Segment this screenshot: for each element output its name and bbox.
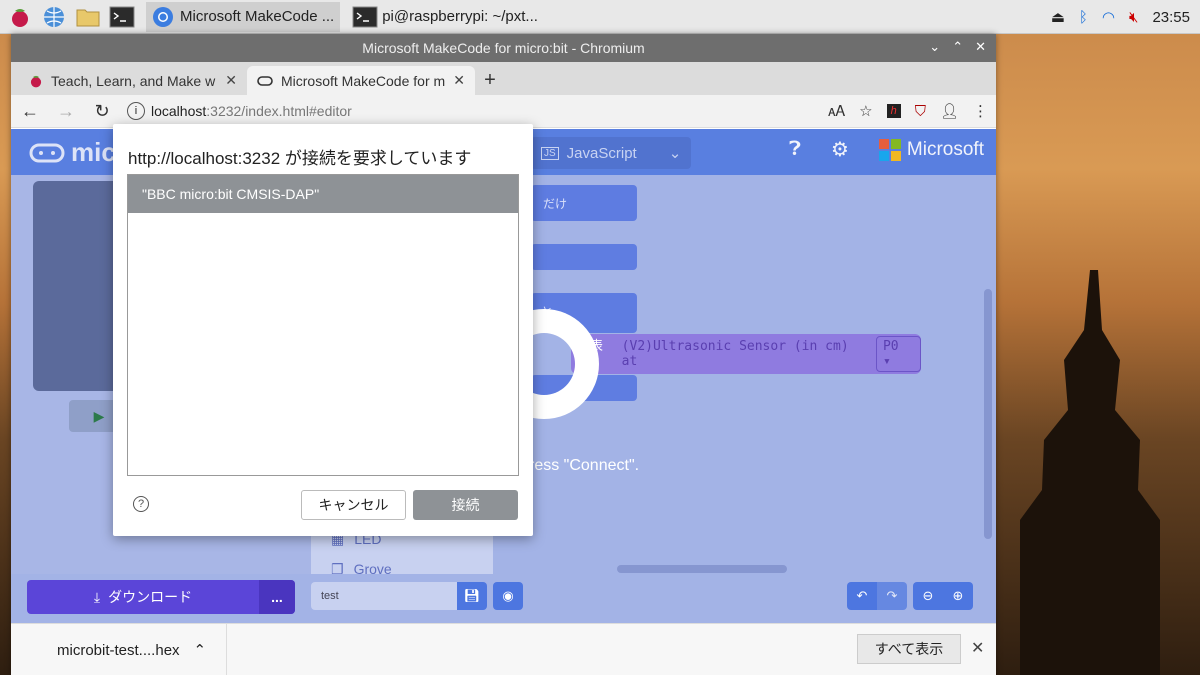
address-bar[interactable]: i localhost:3232/index.html#editor (127, 98, 814, 124)
close-icon[interactable]: ✕ (975, 39, 986, 55)
download-button[interactable]: ⤓ ダウンロード ... (27, 580, 295, 614)
download-icon: ⤓ (93, 588, 101, 605)
url-host: localhost (151, 103, 207, 119)
forward-icon[interactable]: → (55, 100, 77, 122)
tab-close-icon[interactable]: ✕ (453, 72, 465, 89)
microbit-logo-icon (29, 143, 65, 162)
bookmark-star-icon[interactable]: ☆ (859, 102, 872, 120)
microsoft-label: Microsoft (906, 138, 984, 160)
terminal-icon (352, 6, 378, 27)
maximize-icon[interactable]: ⌃ (952, 39, 963, 55)
taskbar: Microsoft MakeCode ... pi@raspberrypi: ~… (0, 0, 1200, 34)
tab-teach-learn[interactable]: Teach, Learn, and Make w ✕ (19, 66, 247, 95)
profile-icon[interactable]: 👤︎ (940, 102, 959, 120)
taskbar-task-terminal[interactable]: pi@raspberrypi: ~/pxt... (346, 2, 544, 32)
chevron-down-icon[interactable]: ⌄ (669, 144, 682, 162)
tab-strip: Teach, Learn, and Make w ✕ Microsoft Mak… (11, 62, 996, 95)
save-icon[interactable]: 💾︎ (457, 582, 487, 610)
download-shelf: microbit-test....hex ⌃ すべて表示 ✕ (11, 623, 996, 675)
tab-label: Microsoft MakeCode for m (281, 72, 446, 89)
chevron-up-icon[interactable]: ⌃ (194, 641, 207, 659)
connect-hint: ress "Connect". (529, 457, 640, 474)
reload-icon[interactable]: ↻ (91, 100, 113, 122)
device-item[interactable]: "BBC micro:bit CMSIS-DAP" (128, 175, 518, 213)
window-title: Microsoft MakeCode for micro:bit - Chrom… (362, 40, 645, 56)
tab-label: Teach, Learn, and Make w (51, 72, 216, 89)
show-all-button[interactable]: すべて表示 (857, 634, 961, 664)
dialog-title: http://localhost:3232 が接続を要求しています (128, 149, 472, 168)
file-manager-icon[interactable] (74, 3, 102, 31)
tab-close-icon[interactable]: ✕ (225, 72, 237, 89)
microsoft-logo-icon (878, 138, 901, 161)
zoom-out-icon[interactable]: ⊖ (913, 582, 943, 610)
raspberry-menu-icon[interactable] (6, 3, 34, 31)
zoom-in-icon[interactable]: ⊕ (943, 582, 973, 610)
system-tray: ⏏ ᛒ ◠ 🔇︎ 23:55 (1051, 0, 1190, 34)
pin-label: P0 (882, 339, 899, 354)
sensor-text: (V2)Ultrasonic Sensor (in cm) at (621, 339, 849, 369)
wifi-icon[interactable]: ◠ (1102, 8, 1115, 26)
github-icon[interactable]: ◉ (493, 582, 523, 610)
project-name-input[interactable]: test (311, 582, 457, 610)
translate-icon[interactable]: 🗚︎ (828, 103, 845, 120)
download-more-button[interactable]: ... (259, 580, 295, 614)
code-block[interactable]: だけ (531, 185, 637, 221)
extension-h-icon[interactable]: h (886, 104, 901, 118)
window-titlebar: Microsoft MakeCode for micro:bit - Chrom… (11, 34, 996, 62)
cancel-button[interactable]: キャンセル (301, 490, 406, 520)
close-icon[interactable]: ✕ (971, 638, 984, 658)
gear-icon[interactable]: ⚙ (831, 137, 849, 162)
tab-makecode[interactable]: Microsoft MakeCode for m ✕ (247, 66, 475, 95)
makecode-footer: ⤓ ダウンロード ... test 💾︎ ◉ ↶ ↷ ⊖ ⊕ (11, 574, 996, 623)
chromium-icon (153, 6, 173, 27)
download-label: ダウンロード (108, 589, 193, 605)
volume-muted-icon[interactable]: 🔇︎ (1129, 9, 1138, 26)
help-icon[interactable]: ❓︎ (789, 138, 801, 161)
eject-icon[interactable]: ⏏ (1051, 8, 1065, 26)
usb-permission-dialog: http://localhost:3232 が接続を要求しています "BBC m… (113, 124, 533, 536)
clock[interactable]: 23:55 (1152, 9, 1190, 26)
browser-launcher-icon[interactable] (40, 3, 68, 31)
redo-icon[interactable]: ↷ (877, 582, 907, 610)
pin-dropdown[interactable]: P0 ▾ (875, 336, 921, 372)
bluetooth-icon[interactable]: ᛒ (1079, 9, 1088, 26)
microsoft-logo[interactable]: Microsoft (878, 138, 984, 161)
makecode-favicon-icon (257, 75, 273, 86)
help-icon[interactable]: ? (133, 496, 149, 512)
taskbar-task-label: Microsoft MakeCode ... (180, 8, 335, 25)
undo-icon[interactable]: ↶ (847, 582, 877, 610)
js-icon: JS (541, 146, 559, 160)
minimize-icon[interactable]: ⌄ (929, 39, 940, 55)
workspace-scrollbar-horizontal[interactable] (617, 565, 787, 573)
browser-extensions: 🗚︎ ☆ h ⛉ 👤︎ ⋮ (828, 102, 988, 121)
download-item[interactable]: microbit-test....hex ⌃ (11, 624, 227, 675)
pagoda-silhouette (1020, 270, 1160, 675)
ultrasonic-sensor-block[interactable]: を表示 (V2)Ultrasonic Sensor (in cm) at P0 … (571, 334, 921, 374)
language-label: JavaScript (566, 144, 637, 162)
menu-kebab-icon[interactable]: ⋮ (973, 102, 988, 120)
taskbar-task-label: pi@raspberrypi: ~/pxt... (382, 8, 538, 25)
terminal-launcher-icon[interactable] (108, 3, 136, 31)
site-info-icon[interactable]: i (127, 102, 145, 120)
code-block[interactable] (531, 244, 637, 270)
new-tab-button[interactable]: + (475, 66, 505, 95)
raspberry-favicon-icon (30, 75, 42, 87)
ublock-icon[interactable]: ⛉ (915, 103, 926, 120)
download-file-label: microbit-test....hex (57, 641, 180, 659)
workspace-scrollbar-vertical[interactable] (984, 289, 992, 539)
device-list: "BBC micro:bit CMSIS-DAP" (127, 174, 519, 476)
url-path: :3232/index.html#editor (206, 103, 352, 119)
back-icon[interactable]: ← (19, 100, 41, 122)
connect-button[interactable]: 接続 (413, 490, 518, 520)
taskbar-task-chromium[interactable]: Microsoft MakeCode ... (146, 1, 341, 32)
language-toggle[interactable]: JS JavaScript ⌄ (531, 137, 691, 169)
